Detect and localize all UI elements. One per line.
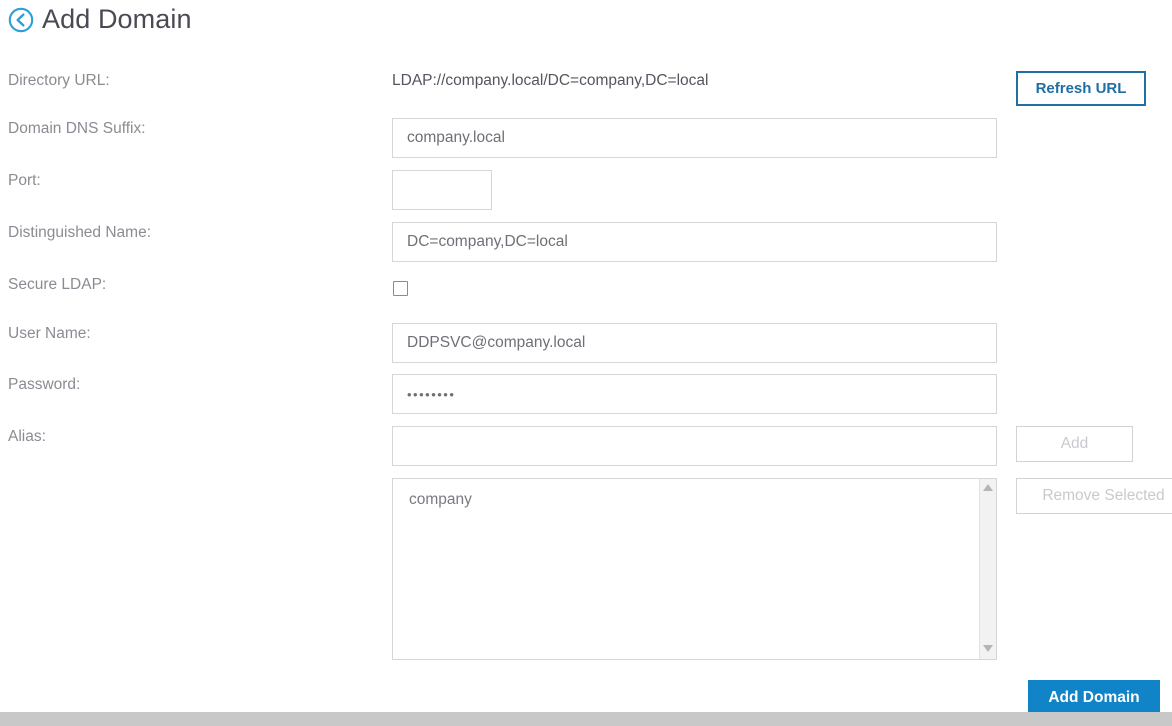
triangle-down-icon[interactable]	[983, 645, 994, 654]
label-secure-ldap: Secure LDAP:	[8, 276, 107, 293]
list-item[interactable]: company	[409, 489, 979, 511]
port-input[interactable]	[392, 170, 492, 210]
alias-listbox-items: company	[393, 479, 979, 659]
distinguished-name-input[interactable]	[392, 222, 997, 262]
password-input[interactable]	[392, 374, 997, 414]
page-title: Add Domain	[42, 4, 192, 34]
alias-listbox-scrollbar[interactable]	[979, 479, 996, 659]
triangle-up-icon[interactable]	[983, 484, 994, 493]
label-domain-dns-suffix: Domain DNS Suffix:	[8, 120, 146, 137]
add-alias-button[interactable]: Add	[1016, 426, 1133, 462]
bottom-bar	[0, 712, 1172, 726]
secure-ldap-checkbox[interactable]	[393, 281, 408, 296]
label-user-name: User Name:	[8, 325, 91, 342]
label-directory-url: Directory URL:	[8, 72, 110, 89]
directory-url-value: LDAP://company.local/DC=company,DC=local	[392, 72, 709, 89]
add-domain-page: Add Domain Directory URL: LDAP://company…	[0, 0, 1172, 726]
label-distinguished-name: Distinguished Name:	[8, 224, 152, 241]
remove-selected-button[interactable]: Remove Selected	[1016, 478, 1172, 514]
alias-input[interactable]	[392, 426, 997, 466]
refresh-url-button[interactable]: Refresh URL	[1016, 71, 1146, 106]
circle-arrow-left-icon[interactable]	[8, 7, 34, 33]
user-name-input[interactable]	[392, 323, 997, 363]
alias-listbox[interactable]: company	[392, 478, 997, 660]
page-header: Add Domain	[8, 6, 192, 33]
label-password: Password:	[8, 376, 81, 393]
add-domain-button[interactable]: Add Domain	[1028, 680, 1160, 715]
domain-dns-suffix-input[interactable]	[392, 118, 997, 158]
label-alias: Alias:	[8, 428, 46, 445]
label-port: Port:	[8, 172, 41, 189]
